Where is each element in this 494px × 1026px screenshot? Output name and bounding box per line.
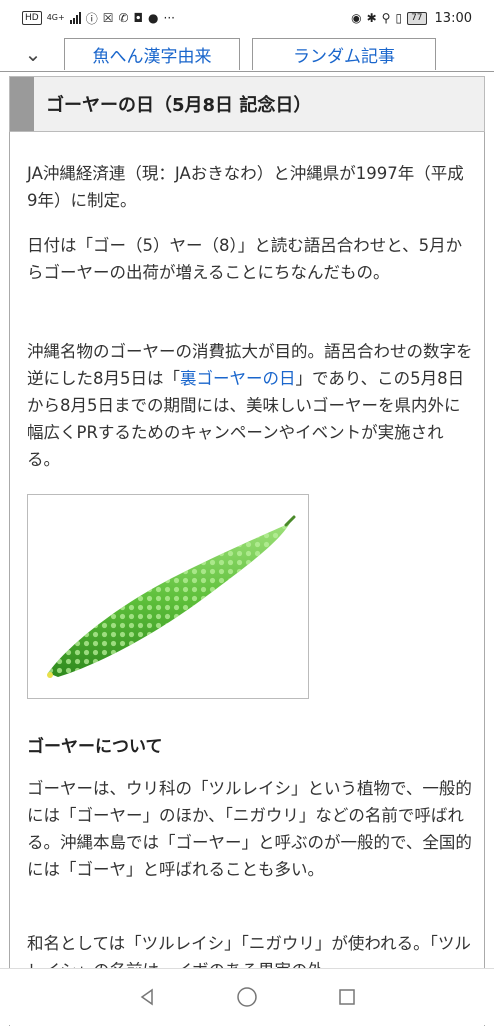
paragraph-about-goya: ゴーヤーは、ウリ科の「ツルレイシ」という植物で、一般的には「ゴーヤー」のほか、「…	[27, 779, 472, 879]
signal-icon	[69, 12, 81, 24]
chevron-down-icon[interactable]: ⌄	[18, 40, 48, 68]
battery-icon: 77	[407, 11, 427, 25]
ura-goya-day-link[interactable]: 裏ゴーヤーの日	[180, 369, 296, 388]
paragraph-established: JA沖縄経済連（現：JAおきなわ）と沖縄県が1997年（平成9年）に制定。	[27, 164, 464, 210]
network-type: 4G+	[46, 13, 65, 22]
eye-icon: ◉	[351, 11, 362, 25]
shield-icon: ◘	[133, 11, 144, 25]
hd-badge: HD	[22, 11, 42, 25]
app-icon: ☒	[102, 11, 114, 25]
location-icon: ⚲	[381, 11, 391, 25]
bitter-melon-illustration	[47, 515, 296, 678]
goya-image	[27, 494, 309, 699]
home-icon[interactable]	[236, 986, 258, 1008]
status-right: ◉ ✱ ⚲ ▯ 77 13:00	[351, 11, 472, 26]
back-icon[interactable]	[136, 986, 158, 1008]
section-heading-about-goya: ゴーヤーについて	[27, 737, 163, 757]
wifi-call-icon: ✆	[118, 11, 129, 25]
paragraph-date-origin: 日付は「ゴー（5）ヤー（8）」と読む語呂合わせと、5月からゴーヤーの出荷が増える…	[27, 236, 463, 282]
bluetooth-icon: ✱	[366, 11, 377, 25]
status-left: HD 4G+ ⓘ ☒ ✆ ◘ ● ···	[22, 10, 175, 27]
vibrate-icon: ▯	[395, 11, 403, 25]
chat-icon: ●	[148, 11, 159, 25]
tab-fish-kanji[interactable]: 魚へん漢字由来	[64, 38, 240, 70]
info-icon: ⓘ	[85, 11, 98, 26]
more-icon: ···	[163, 11, 175, 25]
article-heading: ゴーヤーの日（5月8日 記念日）	[9, 76, 485, 132]
page-title: ゴーヤーの日（5月8日 記念日）	[46, 95, 312, 116]
clock: 13:00	[434, 10, 472, 26]
system-nav-bar	[0, 968, 494, 1025]
heading-accent-bar	[10, 77, 34, 131]
tab-random-article[interactable]: ランダム記事	[252, 38, 436, 70]
status-bar: HD 4G+ ⓘ ☒ ✆ ◘ ● ··· ◉ ✱ ⚲ ▯ 77 13:00	[0, 0, 494, 36]
top-nav: ⌄ 魚へん漢字由来 ランダム記事	[0, 36, 494, 72]
recents-icon[interactable]	[336, 986, 358, 1008]
paragraph-purpose: 沖縄名物のゴーヤーの消費拡大が目的。語呂合わせの数字を逆にした8月5日は「裏ゴー…	[27, 338, 473, 473]
